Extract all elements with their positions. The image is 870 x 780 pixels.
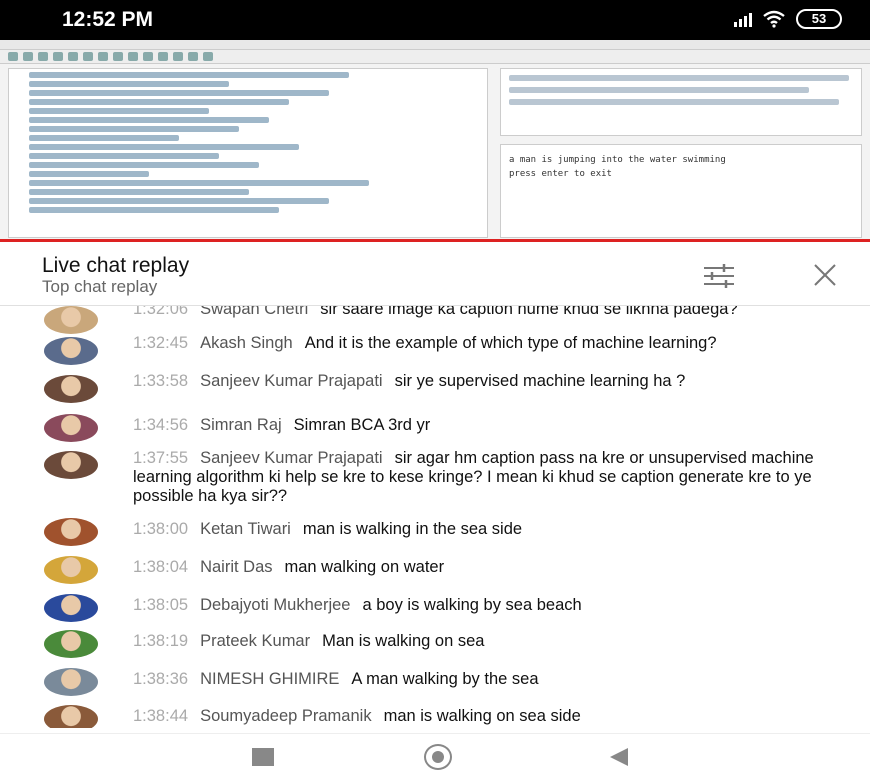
message-timestamp: 1:32:06 <box>133 306 189 318</box>
avatar[interactable] <box>44 414 98 442</box>
chat-mode-selector[interactable]: Top chat replay <box>42 277 157 297</box>
message-text: man walking on water <box>284 558 445 576</box>
video-progress-bar[interactable] <box>0 239 870 242</box>
message-timestamp: 1:38:00 <box>133 520 189 538</box>
avatar[interactable] <box>44 630 98 658</box>
tune-icon[interactable] <box>702 264 736 288</box>
message-timestamp: 1:33:58 <box>133 372 189 390</box>
message-text: Man is walking on sea <box>322 632 485 650</box>
message-text: And it is the example of which type of m… <box>304 334 717 352</box>
message-author[interactable]: Simran Raj <box>200 416 282 434</box>
avatar[interactable] <box>44 556 98 584</box>
message-text: sir ye supervised machine learning ha ? <box>394 372 686 390</box>
message-author[interactable]: NIMESH GHIMIRE <box>200 670 339 688</box>
close-icon[interactable] <box>812 262 838 288</box>
message-author[interactable]: Sanjeev Kumar Prajapati <box>200 449 383 467</box>
avatar[interactable] <box>44 375 98 403</box>
message-text: man is walking in the sea side <box>302 520 523 538</box>
status-icons: 53 <box>734 9 842 29</box>
avatar[interactable] <box>44 518 98 546</box>
ipython-console: a man is jumping into the water swimming… <box>500 144 862 238</box>
message-author[interactable]: Debajyoti Mukherjee <box>200 596 350 614</box>
wifi-icon <box>763 10 785 28</box>
message-author[interactable]: Nairit Das <box>200 558 272 576</box>
battery-indicator: 53 <box>796 9 842 29</box>
status-time: 12:52 PM <box>62 8 154 31</box>
message-timestamp: 1:38:05 <box>133 596 189 614</box>
message-author[interactable]: Swapan Chetri <box>200 306 308 318</box>
message-text: Simran BCA 3rd yr <box>293 416 431 434</box>
chat-title: Live chat replay <box>42 254 190 277</box>
avatar[interactable] <box>44 705 98 728</box>
video-player[interactable]: a man is jumping into the water swimming… <box>0 40 870 242</box>
home-button[interactable] <box>424 744 452 770</box>
message-text: man is walking on sea side <box>383 707 581 725</box>
avatar[interactable] <box>44 594 98 622</box>
message-author[interactable]: Akash Singh <box>200 334 293 352</box>
console-output: press enter to exit <box>509 169 612 179</box>
message-author[interactable]: Prateek Kumar <box>200 632 310 650</box>
message-timestamp: 1:37:55 <box>133 449 189 467</box>
message-text: A man walking by the sea <box>351 670 539 688</box>
message-author[interactable]: Ketan Tiwari <box>200 520 291 538</box>
message-author[interactable]: Soumyadeep Pramanik <box>200 707 372 725</box>
variable-explorer <box>500 68 862 136</box>
avatar[interactable] <box>44 306 98 334</box>
message-text: sir saare image ka caption hume khud se … <box>320 306 738 318</box>
message-timestamp: 1:38:44 <box>133 707 189 725</box>
message-timestamp: 1:34:56 <box>133 416 189 434</box>
status-bar: 12:52 PM 53 <box>0 0 870 40</box>
back-button[interactable] <box>610 748 628 766</box>
message-timestamp: 1:38:19 <box>133 632 189 650</box>
message-author[interactable]: Sanjeev Kumar Prajapati <box>200 372 383 390</box>
navigation-bar <box>0 733 870 780</box>
console-output: a man is jumping into the water swimming <box>509 155 726 165</box>
ide-toolbar <box>0 50 870 64</box>
code-editor <box>8 68 488 238</box>
message-timestamp: 1:38:36 <box>133 670 189 688</box>
message-text: a boy is walking by sea beach <box>362 596 582 614</box>
message-timestamp: 1:38:04 <box>133 558 189 576</box>
avatar[interactable] <box>44 668 98 696</box>
chat-message-list[interactable]: 1:32:06 Swapan Chetri sir saare image ka c… <box>0 306 870 728</box>
chat-header: Live chat replay Top chat replay <box>0 244 870 306</box>
message-timestamp: 1:32:45 <box>133 334 189 352</box>
avatar[interactable] <box>44 451 98 479</box>
avatar[interactable] <box>44 337 98 365</box>
recents-button[interactable] <box>252 748 274 766</box>
ide-menubar <box>0 40 870 50</box>
signal-icon <box>734 11 752 27</box>
